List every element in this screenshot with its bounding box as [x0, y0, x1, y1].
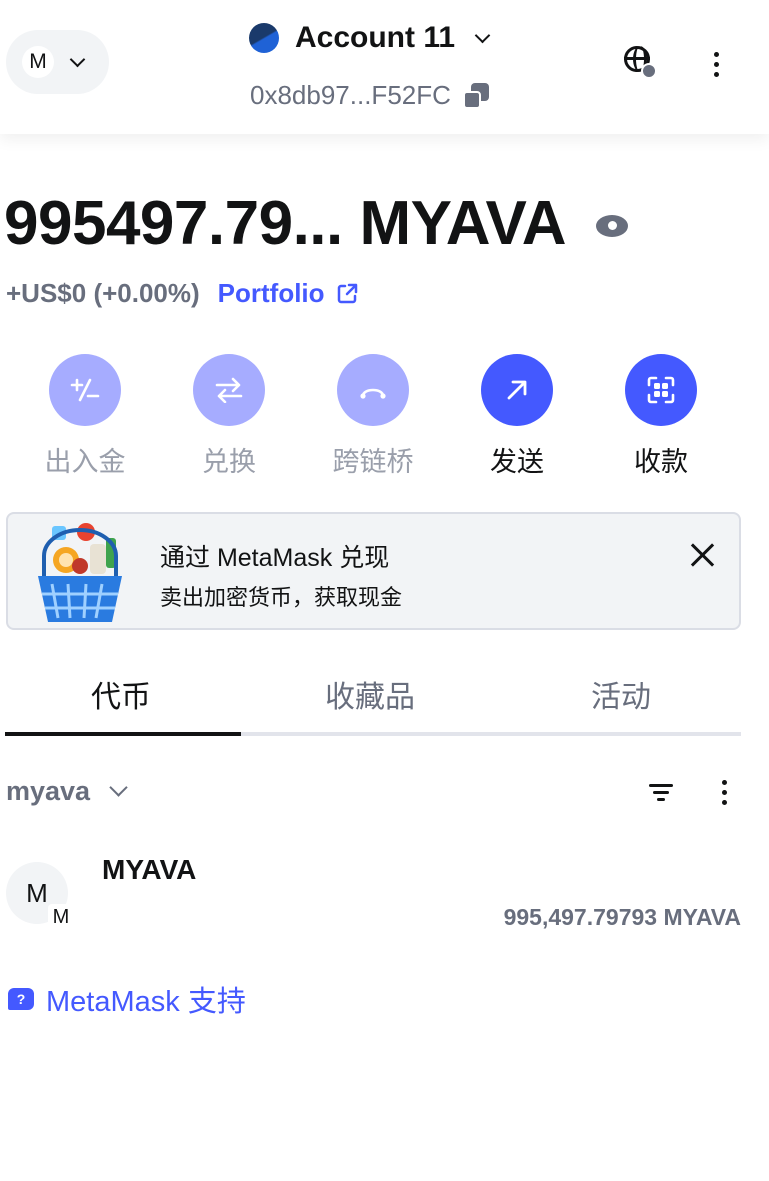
connection-status-dot: [641, 63, 657, 79]
copy-icon[interactable]: [462, 82, 489, 109]
swap-icon: [193, 354, 265, 426]
close-icon[interactable]: [687, 540, 717, 570]
token-list-kebab-icon[interactable]: [722, 780, 728, 805]
balance-amount: 995497.79... MYAVA: [4, 189, 567, 258]
asset-tabs: 代币 收藏品 活动: [5, 660, 741, 736]
account-address-button[interactable]: 0x8db97...F52FC: [250, 80, 489, 111]
network-filter-button[interactable]: myava: [6, 776, 128, 807]
filter-icon[interactable]: [649, 782, 673, 802]
eye-icon[interactable]: [596, 214, 628, 237]
external-link-icon[interactable]: [335, 282, 359, 306]
help-chat-icon: ?: [8, 988, 34, 1010]
swap-button[interactable]: 兑换: [174, 354, 284, 479]
send-button[interactable]: 发送: [462, 354, 572, 479]
chevron-down-icon: [69, 51, 86, 67]
tab-tokens[interactable]: 代币: [91, 672, 151, 716]
chevron-down-icon: [109, 778, 128, 797]
tab-collectibles[interactable]: 收藏品: [325, 672, 415, 716]
account-name: Account 11: [295, 21, 456, 54]
receive-label: 收款: [634, 447, 688, 477]
network-picker-button[interactable]: M: [6, 30, 109, 94]
app-header: M Account 11 0x8db97...F52FC: [0, 0, 769, 134]
token-name: MYAVA: [102, 854, 197, 885]
bridge-label: 跨链桥: [332, 447, 414, 477]
account-picker-button[interactable]: Account 11: [249, 18, 491, 58]
buy-sell-icon: [49, 354, 121, 426]
balance-change: +US$0 (+0.00%): [6, 278, 200, 308]
support-link[interactable]: ? MetaMask 支持: [8, 978, 246, 1020]
network-filter-label: myava: [6, 776, 91, 806]
chevron-down-icon: [474, 27, 491, 43]
account-address: 0x8db97...F52FC: [250, 80, 451, 110]
token-network-badge: M: [48, 904, 74, 930]
banner-subtitle: 卖出加密货币，获取现金: [160, 585, 403, 610]
send-arrow-icon: [481, 354, 553, 426]
account-avatar: [249, 23, 279, 53]
globe-icon[interactable]: [622, 44, 658, 82]
network-avatar: M: [22, 46, 54, 78]
account-menu-kebab-icon[interactable]: [714, 52, 720, 77]
shopping-basket-icon: [38, 523, 122, 622]
swap-label: 兑换: [202, 447, 256, 477]
send-label: 发送: [490, 447, 544, 477]
qr-scan-icon: [625, 354, 697, 426]
bridge-icon: [337, 354, 409, 426]
token-balance: 995,497.79793 MYAVA: [503, 904, 741, 930]
banner-title: 通过 MetaMask 兑现: [160, 544, 390, 572]
buy-sell-label: 出入金: [44, 447, 126, 477]
portfolio-link[interactable]: Portfolio: [218, 278, 325, 309]
bridge-button[interactable]: 跨链桥: [318, 354, 428, 479]
buy-sell-button[interactable]: 出入金: [30, 354, 140, 479]
receive-button[interactable]: 收款: [606, 354, 716, 479]
cash-out-banner[interactable]: 通过 MetaMask 兑现 卖出加密货币，获取现金: [6, 512, 741, 630]
balance-row: 995497.79... MYAVA: [4, 188, 628, 259]
balance-change-row: +US$0 (+0.00%) Portfolio: [6, 278, 359, 309]
selected-tab-indicator: [5, 732, 241, 736]
tab-activity[interactable]: 活动: [591, 672, 651, 716]
support-label: MetaMask 支持: [46, 986, 246, 1018]
